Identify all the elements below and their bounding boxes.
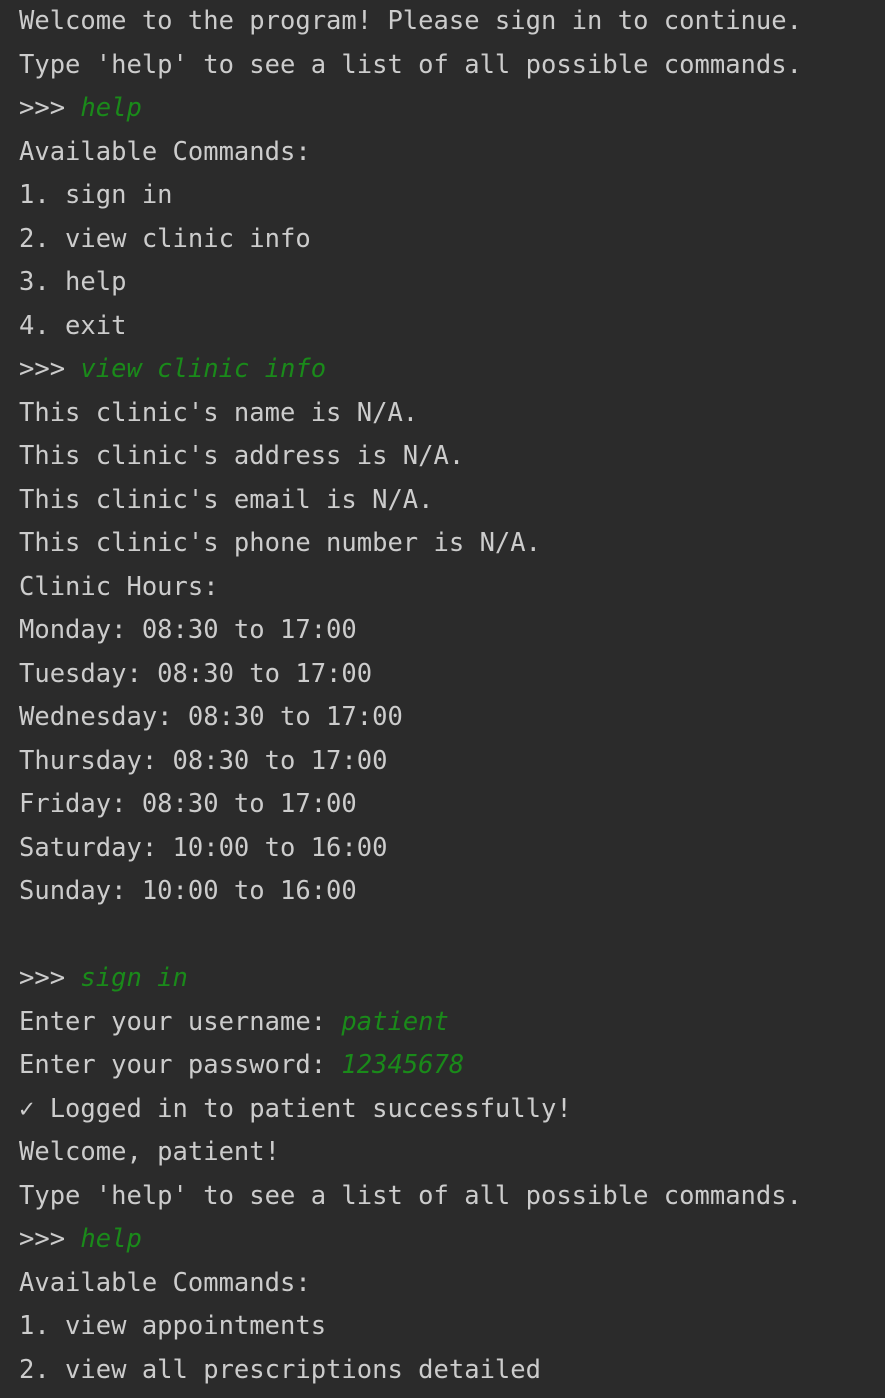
console-output-line: Available Commands: (19, 136, 311, 167)
console-input-line: >>> view clinic info (19, 347, 885, 391)
console-output-line: Wednesday: 08:30 to 17:00 (19, 702, 403, 732)
console-output-line: Type 'help' to see a list of all possibl… (19, 1180, 802, 1211)
console-output-line: This clinic's address is N/A. (19, 441, 465, 471)
console-output-line: Clinic Hours: (19, 571, 219, 602)
user-input-text: help (80, 1224, 142, 1254)
console-output-line: 3. help (19, 267, 127, 297)
console-output-line: 4. exit (19, 310, 127, 341)
console-output-line: ✓ Logged in to patient successfully! (19, 1093, 572, 1124)
console-output-line: This clinic's email is N/A. (19, 484, 434, 515)
console-output-line: Monday: 08:30 to 17:00 (19, 615, 357, 645)
console-output-line: Type 'help' to see a list of all possibl… (19, 49, 802, 80)
console-output-line: 1. view appointments (19, 1311, 327, 1341)
console-output-line: Thursday: 08:30 to 17:00 (19, 745, 388, 776)
console-prompt: Enter your username: (19, 1006, 342, 1037)
console-output-line: 2. view clinic info (19, 223, 311, 254)
console-input-line: Enter your username: patient (19, 1000, 885, 1044)
console-output-line: 2. view all prescriptions detailed (19, 1354, 541, 1385)
console-prompt: >>> (19, 1224, 81, 1254)
user-input-text: view clinic info (80, 354, 327, 384)
console-output-line: Tuesday: 08:30 to 17:00 (19, 658, 373, 689)
user-input-text: sign in (80, 963, 188, 993)
console-output-line: Available Commands: (19, 1267, 311, 1298)
console-input-line: Enter your password: 12345678 (19, 1043, 885, 1087)
console-input-line: >>> help (19, 86, 885, 130)
console-output-line: Sunday: 10:00 to 16:00 (19, 876, 357, 906)
console-output-line: This clinic's phone number is N/A. (19, 528, 541, 558)
console-prompt: >>> (19, 93, 81, 123)
console-prompt: Enter your password: (19, 1050, 342, 1080)
console-input-line: >>> sign in (19, 956, 885, 1000)
user-input-text: 12345678 (341, 1050, 465, 1080)
console-input-line: >>> help (19, 1217, 885, 1261)
console-prompt: >>> (19, 354, 81, 384)
user-input-text: patient (341, 1006, 449, 1037)
console-output[interactable]: Welcome to the program! Please sign in t… (0, 0, 885, 1398)
console-output-line: Welcome, patient! (19, 1137, 280, 1167)
user-input-text: help (80, 93, 142, 123)
console-prompt: >>> (19, 963, 81, 993)
console-output-line: Friday: 08:30 to 17:00 (19, 789, 357, 819)
console-output-line: This clinic's name is N/A. (19, 397, 419, 428)
console-output-line: Welcome to the program! Please sign in t… (19, 6, 802, 36)
console-output-line: 1. sign in (19, 180, 173, 210)
console-output-line: Saturday: 10:00 to 16:00 (19, 832, 388, 863)
